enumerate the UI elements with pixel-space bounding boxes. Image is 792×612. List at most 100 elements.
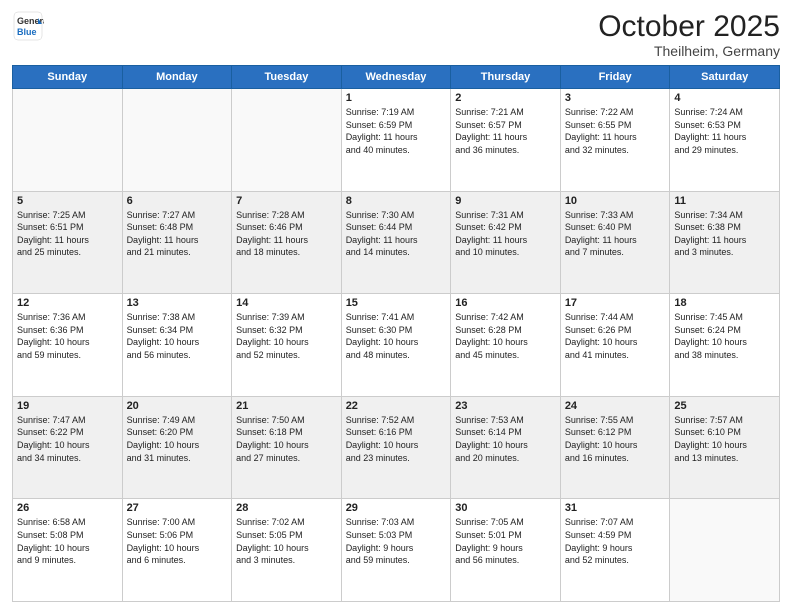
day-number: 31 [565, 502, 666, 514]
day-number: 20 [127, 400, 228, 412]
cell-info: Sunrise: 7:21 AM Sunset: 6:57 PM Dayligh… [455, 106, 556, 156]
cell-info: Sunrise: 7:27 AM Sunset: 6:48 PM Dayligh… [127, 209, 228, 259]
cell-info: Sunrise: 7:49 AM Sunset: 6:20 PM Dayligh… [127, 414, 228, 464]
day-number: 6 [127, 195, 228, 207]
day-number: 1 [346, 92, 447, 104]
cell-info: Sunrise: 7:50 AM Sunset: 6:18 PM Dayligh… [236, 414, 337, 464]
cell-info: Sunrise: 7:19 AM Sunset: 6:59 PM Dayligh… [346, 106, 447, 156]
logo: General Blue [12, 10, 44, 47]
calendar-row-0: 1 Sunrise: 7:19 AM Sunset: 6:59 PM Daylig… [13, 89, 780, 192]
cell-info: Sunrise: 7:57 AM Sunset: 6:10 PM Dayligh… [674, 414, 775, 464]
day-number: 23 [455, 400, 556, 412]
weekday-header-friday: Friday [560, 66, 670, 89]
weekday-header-tuesday: Tuesday [232, 66, 342, 89]
calendar-cell: 27 Sunrise: 7:00 AM Sunset: 5:06 PM Dayli… [122, 499, 232, 602]
cell-info: Sunrise: 7:02 AM Sunset: 5:05 PM Dayligh… [236, 516, 337, 566]
cell-info: Sunrise: 7:31 AM Sunset: 6:42 PM Dayligh… [455, 209, 556, 259]
day-number: 16 [455, 297, 556, 309]
calendar-row-2: 12 Sunrise: 7:36 AM Sunset: 6:36 PM Dayli… [13, 294, 780, 397]
cell-info: Sunrise: 7:42 AM Sunset: 6:28 PM Dayligh… [455, 311, 556, 361]
calendar-cell: 29 Sunrise: 7:03 AM Sunset: 5:03 PM Dayli… [341, 499, 451, 602]
day-number: 3 [565, 92, 666, 104]
calendar-cell: 10Sunrise: 7:33 AM Sunset: 6:40 PM Dayli… [560, 191, 670, 294]
weekday-header-saturday: Saturday [670, 66, 780, 89]
calendar-cell: 24Sunrise: 7:55 AM Sunset: 6:12 PM Dayli… [560, 396, 670, 499]
cell-info: Sunrise: 7:05 AM Sunset: 5:01 PM Dayligh… [455, 516, 556, 566]
day-number: 7 [236, 195, 337, 207]
header: General Blue October 2025 Theilheim, Ger… [12, 10, 780, 59]
day-number: 12 [17, 297, 118, 309]
calendar-cell: 22 Sunrise: 7:52 AM Sunset: 6:16 PM Dayli… [341, 396, 451, 499]
calendar-row-1: 5 Sunrise: 7:25 AM Sunset: 6:51 PM Daylig… [13, 191, 780, 294]
weekday-header-monday: Monday [122, 66, 232, 89]
cell-info: Sunrise: 7:38 AM Sunset: 6:34 PM Dayligh… [127, 311, 228, 361]
day-number: 25 [674, 400, 775, 412]
title-block: October 2025 Theilheim, Germany [598, 10, 780, 59]
day-number: 18 [674, 297, 775, 309]
cell-info: Sunrise: 7:00 AM Sunset: 5:06 PM Dayligh… [127, 516, 228, 566]
calendar-cell: 9 Sunrise: 7:31 AM Sunset: 6:42 PM Daylig… [451, 191, 561, 294]
calendar-cell: 20 Sunrise: 7:49 AM Sunset: 6:20 PM Dayli… [122, 396, 232, 499]
calendar-cell: 23 Sunrise: 7:53 AM Sunset: 6:14 PM Dayli… [451, 396, 561, 499]
calendar-cell: 25 Sunrise: 7:57 AM Sunset: 6:10 PM Dayli… [670, 396, 780, 499]
day-number: 13 [127, 297, 228, 309]
calendar-cell [13, 89, 123, 192]
day-number: 29 [346, 502, 447, 514]
cell-info: Sunrise: 7:30 AM Sunset: 6:44 PM Dayligh… [346, 209, 447, 259]
weekday-header-row: SundayMondayTuesdayWednesdayThursdayFrid… [13, 66, 780, 89]
cell-info: Sunrise: 7:24 AM Sunset: 6:53 PM Dayligh… [674, 106, 775, 156]
calendar-cell: 2 Sunrise: 7:21 AM Sunset: 6:57 PM Daylig… [451, 89, 561, 192]
cell-info: Sunrise: 7:52 AM Sunset: 6:16 PM Dayligh… [346, 414, 447, 464]
cell-info: Sunrise: 7:07 AM Sunset: 4:59 PM Dayligh… [565, 516, 666, 566]
cell-info: Sunrise: 6:58 AM Sunset: 5:08 PM Dayligh… [17, 516, 118, 566]
day-number: 5 [17, 195, 118, 207]
weekday-header-thursday: Thursday [451, 66, 561, 89]
calendar-cell: 28 Sunrise: 7:02 AM Sunset: 5:05 PM Dayli… [232, 499, 342, 602]
day-number: 30 [455, 502, 556, 514]
calendar-cell: 14 Sunrise: 7:39 AM Sunset: 6:32 PM Dayli… [232, 294, 342, 397]
title-month: October 2025 [598, 10, 780, 43]
day-number: 19 [17, 400, 118, 412]
title-location: Theilheim, Germany [598, 43, 780, 59]
calendar-cell: 31 Sunrise: 7:07 AM Sunset: 4:59 PM Dayli… [560, 499, 670, 602]
calendar-cell: 21 Sunrise: 7:50 AM Sunset: 6:18 PM Dayli… [232, 396, 342, 499]
calendar-cell [232, 89, 342, 192]
day-number: 22 [346, 400, 447, 412]
day-number: 17 [565, 297, 666, 309]
calendar-row-4: 26 Sunrise: 6:58 AM Sunset: 5:08 PM Dayli… [13, 499, 780, 602]
day-number: 21 [236, 400, 337, 412]
day-number: 9 [455, 195, 556, 207]
cell-info: Sunrise: 7:36 AM Sunset: 6:36 PM Dayligh… [17, 311, 118, 361]
weekday-header-sunday: Sunday [13, 66, 123, 89]
calendar-cell [670, 499, 780, 602]
cell-info: Sunrise: 7:53 AM Sunset: 6:14 PM Dayligh… [455, 414, 556, 464]
day-number: 15 [346, 297, 447, 309]
cell-info: Sunrise: 7:03 AM Sunset: 5:03 PM Dayligh… [346, 516, 447, 566]
calendar-cell: 8 Sunrise: 7:30 AM Sunset: 6:44 PM Daylig… [341, 191, 451, 294]
day-number: 8 [346, 195, 447, 207]
cell-info: Sunrise: 7:33 AM Sunset: 6:40 PM Dayligh… [565, 209, 666, 259]
calendar-cell: 4 Sunrise: 7:24 AM Sunset: 6:53 PM Daylig… [670, 89, 780, 192]
calendar-cell: 19 Sunrise: 7:47 AM Sunset: 6:22 PM Dayli… [13, 396, 123, 499]
calendar-cell: 6 Sunrise: 7:27 AM Sunset: 6:48 PM Daylig… [122, 191, 232, 294]
calendar-cell: 7 Sunrise: 7:28 AM Sunset: 6:46 PM Daylig… [232, 191, 342, 294]
day-number: 14 [236, 297, 337, 309]
calendar-cell: 26 Sunrise: 6:58 AM Sunset: 5:08 PM Dayli… [13, 499, 123, 602]
day-number: 28 [236, 502, 337, 514]
cell-info: Sunrise: 7:25 AM Sunset: 6:51 PM Dayligh… [17, 209, 118, 259]
day-number: 26 [17, 502, 118, 514]
calendar-cell: 1 Sunrise: 7:19 AM Sunset: 6:59 PM Daylig… [341, 89, 451, 192]
cell-info: Sunrise: 7:28 AM Sunset: 6:46 PM Dayligh… [236, 209, 337, 259]
cell-info: Sunrise: 7:47 AM Sunset: 6:22 PM Dayligh… [17, 414, 118, 464]
day-number: 27 [127, 502, 228, 514]
day-number: 11 [674, 195, 775, 207]
calendar-cell: 12 Sunrise: 7:36 AM Sunset: 6:36 PM Dayli… [13, 294, 123, 397]
day-number: 2 [455, 92, 556, 104]
calendar-cell: 5 Sunrise: 7:25 AM Sunset: 6:51 PM Daylig… [13, 191, 123, 294]
cell-info: Sunrise: 7:39 AM Sunset: 6:32 PM Dayligh… [236, 311, 337, 361]
calendar-cell: 17Sunrise: 7:44 AM Sunset: 6:26 PM Dayli… [560, 294, 670, 397]
calendar-cell: 18Sunrise: 7:45 AM Sunset: 6:24 PM Dayli… [670, 294, 780, 397]
day-number: 4 [674, 92, 775, 104]
calendar-cell: 11Sunrise: 7:34 AM Sunset: 6:38 PM Dayli… [670, 191, 780, 294]
cell-info: Sunrise: 7:22 AM Sunset: 6:55 PM Dayligh… [565, 106, 666, 156]
